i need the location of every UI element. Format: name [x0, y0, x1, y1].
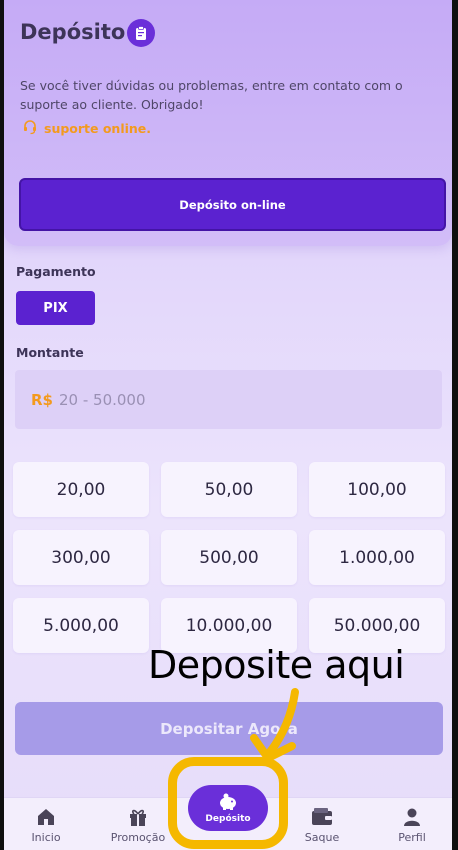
preset-amount-button[interactable]: 50,00 [161, 462, 297, 517]
nav-label: Saque [304, 831, 340, 844]
amount-placeholder: 20 - 50.000 [59, 390, 146, 409]
support-notice: Se você tiver dúvidas ou problemas, entr… [20, 78, 403, 112]
clipboard-icon [127, 19, 155, 47]
deposit-now-button[interactable]: Depositar Agora [15, 702, 443, 755]
page-title: Depósito [20, 20, 126, 44]
preset-amount-button[interactable]: 1.000,00 [309, 530, 445, 585]
nav-label: Perfil [398, 831, 426, 844]
amount-input[interactable]: R$ 20 - 50.000 [15, 370, 442, 429]
online-deposit-button[interactable]: Depósito on-line [19, 178, 446, 231]
annotation-caption: Deposite aqui [148, 643, 405, 687]
gift-icon [128, 806, 148, 828]
nav-item-inicio[interactable]: Inicio [6, 806, 86, 848]
wallet-icon [311, 806, 333, 828]
payment-label: Pagamento [16, 264, 96, 279]
preset-amount-button[interactable]: 20,00 [13, 462, 149, 517]
screen-border-right [452, 0, 458, 850]
annotation-highlight-ring [168, 757, 288, 849]
amount-label: Montante [16, 345, 84, 360]
nav-label: Promoção [110, 831, 166, 844]
deposit-header-card: Depósito Se você tiver dúvidas ou proble… [4, 0, 452, 246]
pix-method-button[interactable]: PIX [16, 291, 95, 325]
nav-label: Inicio [31, 831, 61, 844]
nav-item-promocao[interactable]: Promoção [98, 806, 178, 848]
currency-symbol: R$ [31, 390, 53, 409]
screen-border-left [0, 0, 4, 850]
support-online-link[interactable]: suporte online. [22, 119, 151, 138]
preset-amount-button[interactable]: 500,00 [161, 530, 297, 585]
preset-amount-button[interactable]: 100,00 [309, 462, 445, 517]
preset-amount-button[interactable]: 5.000,00 [13, 598, 149, 653]
annotation-arrow-icon [250, 688, 299, 762]
user-icon [402, 806, 422, 828]
home-icon [36, 806, 56, 828]
nav-item-perfil[interactable]: Perfil [372, 806, 452, 848]
headset-icon [22, 119, 38, 138]
preset-amount-button[interactable]: 300,00 [13, 530, 149, 585]
nav-item-saque[interactable]: Saque [282, 806, 362, 848]
support-link-label: suporte online. [44, 121, 152, 136]
